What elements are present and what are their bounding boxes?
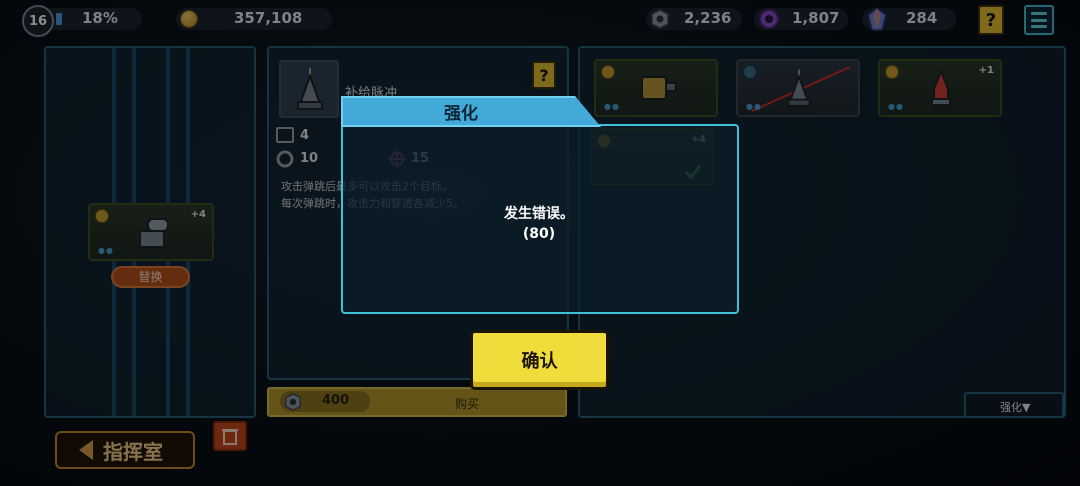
confirm-button[interactable]: 确认 [470,330,609,390]
dialog-message: 发生错误。 (80) [460,204,618,244]
error-message-text: 发生错误。 [504,206,574,222]
error-code-text: (80) [522,226,556,242]
dialog-title: 强化 [341,96,601,127]
